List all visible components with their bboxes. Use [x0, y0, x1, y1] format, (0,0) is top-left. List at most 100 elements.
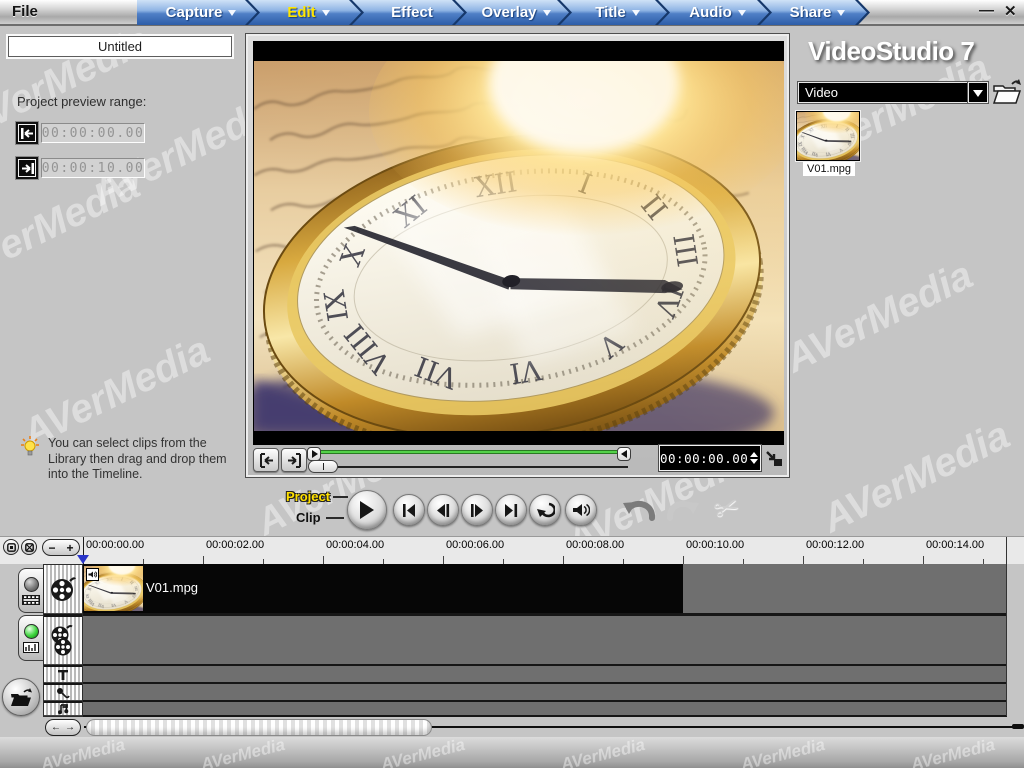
app-logo: VideoStudio 7: [808, 36, 974, 67]
range-start-value: 00:00:00.00: [42, 126, 145, 141]
open-folder-icon: [10, 688, 32, 707]
chevron-down-icon: [738, 10, 746, 20]
spinner-up-icon: [750, 448, 758, 457]
playhead-marker[interactable]: [77, 555, 89, 564]
chevron-down-icon: [228, 10, 236, 20]
mark-in-icon: [258, 453, 275, 468]
triangle-right-icon: [311, 450, 318, 458]
project-title-box: Untitled: [8, 36, 232, 57]
film-reel-icon: [50, 575, 76, 603]
menu-tab-audio[interactable]: Audio: [658, 0, 769, 25]
chevron-down-icon: [837, 10, 845, 20]
storyboard-view-button[interactable]: [3, 539, 19, 555]
video-track-button[interactable]: [44, 565, 82, 614]
scroll-left-arrow[interactable]: ←: [51, 722, 61, 733]
prev-frame-icon: [436, 504, 450, 517]
overlay-track-button[interactable]: [44, 617, 82, 665]
ruler-label: 00:00:00.00: [86, 539, 144, 551]
overlay-track[interactable]: [83, 616, 1007, 664]
undo-button[interactable]: [620, 492, 658, 526]
menu-bar: File CaptureEditEffectOverlay Title Audio S…: [0, 0, 1024, 26]
timecode-value[interactable]: 00:00:00.00: [660, 451, 748, 466]
volume-button[interactable]: [565, 494, 597, 526]
music-track-button[interactable]: [44, 703, 82, 716]
ruler-label: 00:00:08.00: [566, 539, 624, 551]
close-button[interactable]: ✕: [1004, 2, 1017, 20]
zoom-in-button[interactable]: +: [66, 542, 73, 554]
project-mode-button[interactable]: Project: [286, 489, 330, 504]
library-category-dropdown[interactable]: Video: [798, 82, 968, 103]
home-button[interactable]: [393, 494, 425, 526]
chevron-down-icon: [632, 10, 640, 20]
range-start-button[interactable]: [16, 122, 38, 144]
timeline-right-edge: [1006, 537, 1007, 716]
scrubber-thumb[interactable]: [308, 460, 338, 473]
audio-view-orb-icon: [24, 624, 39, 639]
next-frame-icon: [470, 504, 484, 517]
menu-tab-title[interactable]: Title: [560, 0, 667, 25]
play-button[interactable]: [347, 490, 387, 530]
filmstrip-icon: [22, 595, 40, 605]
timeline-view-button[interactable]: [21, 539, 37, 555]
menu-tab-edit[interactable]: Edit: [248, 0, 361, 25]
preview-mark-in-button[interactable]: [253, 448, 279, 472]
music-note-icon: [57, 703, 69, 715]
next-frame-button[interactable]: [461, 494, 493, 526]
menu-tab-share[interactable]: Share: [760, 0, 867, 25]
voice-track-button[interactable]: [44, 685, 82, 701]
clip-connector-line: [326, 517, 344, 519]
menu-tab-label: Title: [595, 4, 626, 21]
trim-start-handle[interactable]: [307, 447, 321, 461]
project-connector-line: [333, 496, 348, 498]
timecode-spinner[interactable]: [748, 448, 760, 468]
preview-timecode: 00:00:00.00: [659, 445, 761, 471]
video-track[interactable]: V01.mpg: [83, 564, 1007, 613]
previous-frame-button[interactable]: [427, 494, 459, 526]
range-end-field[interactable]: 00:00:10.00: [41, 158, 145, 178]
lightbulb-icon: [20, 436, 40, 460]
redo-button[interactable]: [664, 492, 702, 526]
trim-end-handle[interactable]: [617, 447, 631, 461]
timeline-view-icon: [25, 543, 34, 552]
tip-text: You can select clips from the Library th…: [48, 436, 234, 483]
voice-track[interactable]: [83, 684, 1007, 700]
window-bottom-strip: [0, 737, 1024, 768]
scroll-right-arrow[interactable]: →: [65, 722, 75, 733]
music-track[interactable]: [83, 702, 1007, 715]
clip-mode-button[interactable]: Clip: [296, 510, 321, 525]
clip-audio-toggle[interactable]: [86, 568, 99, 581]
menu-tab-overlay[interactable]: Overlay: [455, 0, 569, 25]
scrubber-track[interactable]: [310, 466, 628, 468]
repeat-button[interactable]: [529, 494, 561, 526]
open-project-folder-button[interactable]: [2, 678, 40, 716]
menu-tab-label: Audio: [689, 4, 732, 21]
spinner-down-icon: [750, 459, 758, 468]
menu-tab-capture[interactable]: Capture: [137, 0, 257, 25]
watermark-text: AVerMedia: [815, 413, 1017, 542]
ruler-tick: [923, 556, 924, 564]
timeline-clip[interactable]: V01.mpg: [83, 564, 683, 613]
menu-tab-effect[interactable]: Effect: [352, 0, 464, 25]
range-end-button[interactable]: [16, 157, 38, 179]
split-clip-button[interactable]: ✂: [701, 482, 753, 533]
preview-video-frame: [254, 61, 784, 431]
timeline-scrollbar-thumb[interactable]: [86, 719, 432, 736]
range-start-field[interactable]: 00:00:00.00: [41, 123, 145, 143]
speaker-icon: [88, 570, 97, 579]
menu-file[interactable]: File: [12, 3, 38, 20]
title-track-button[interactable]: [44, 667, 82, 683]
timeline-scroll-buttons[interactable]: ← →: [45, 719, 81, 736]
library-clip-thumbnail[interactable]: [796, 111, 860, 161]
chevron-down-icon: [543, 10, 551, 20]
end-button[interactable]: [495, 494, 527, 526]
preview-mark-out-button[interactable]: [281, 448, 307, 472]
zoom-out-button[interactable]: −: [48, 542, 55, 554]
minimize-button[interactable]: —: [979, 2, 992, 19]
audio-view-tab[interactable]: [18, 615, 43, 661]
title-track[interactable]: [83, 666, 1007, 682]
load-media-button[interactable]: [992, 78, 1022, 110]
timeline-zoom-control[interactable]: − +: [42, 539, 80, 556]
enlarge-preview-button[interactable]: [764, 450, 784, 468]
library-dropdown-arrow[interactable]: [968, 82, 988, 103]
video-view-tab[interactable]: [18, 568, 43, 613]
